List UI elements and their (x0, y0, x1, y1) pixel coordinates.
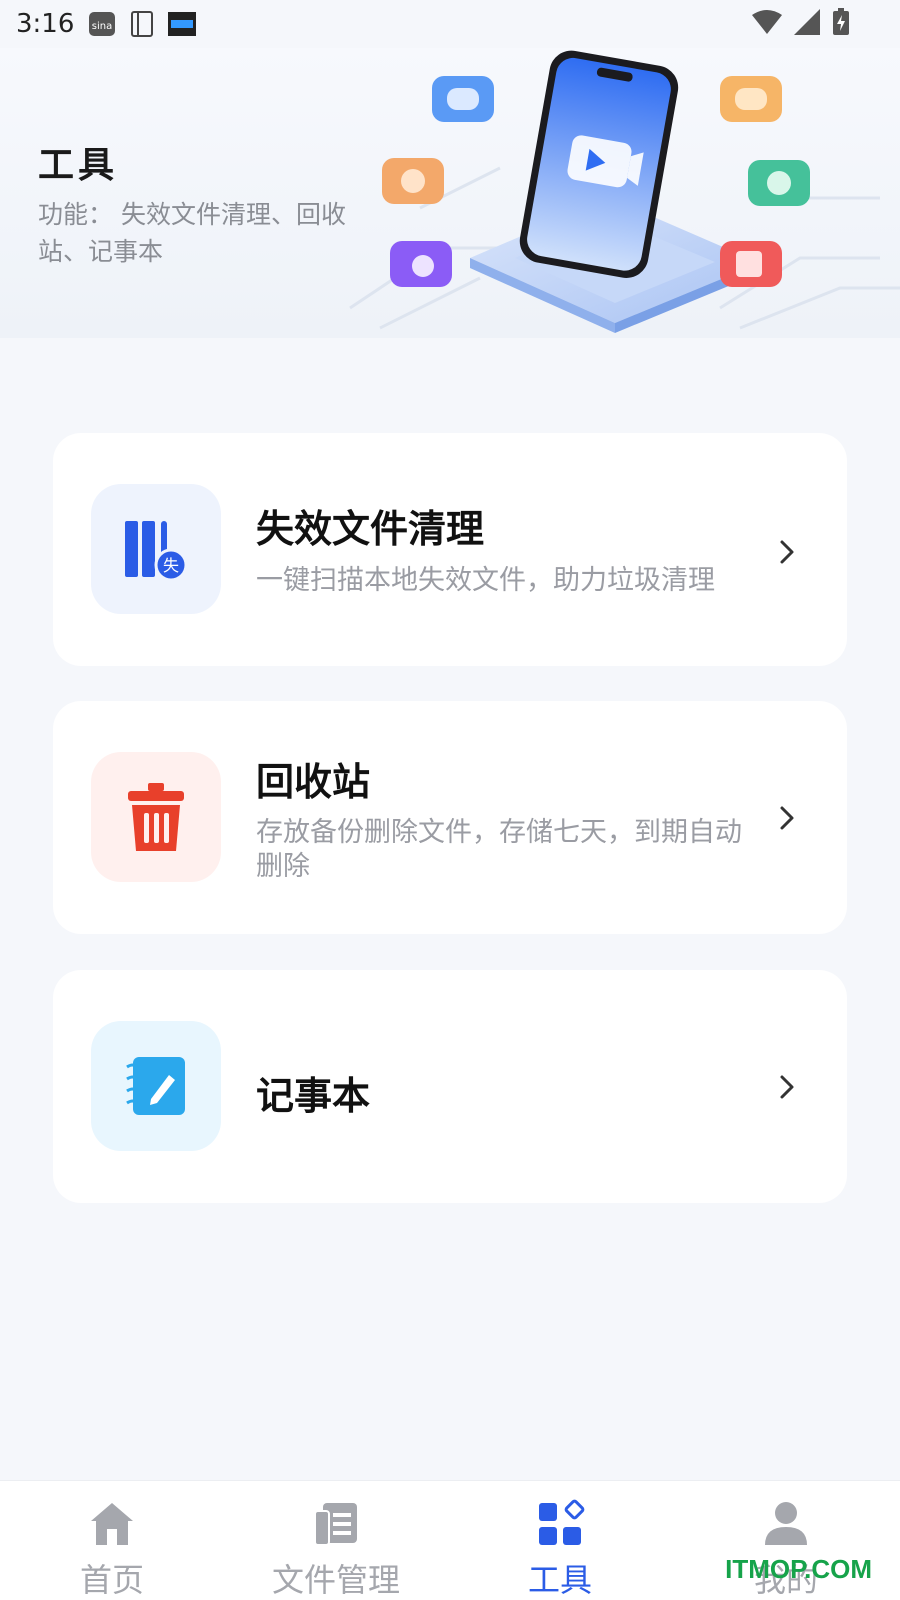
video-app-badge (390, 241, 452, 287)
nav-label: 工具 (527, 1561, 592, 1599)
svg-text:失: 失 (163, 556, 179, 575)
chevron-right-icon (780, 540, 794, 564)
card-title: 回收站 (256, 760, 371, 804)
page-title: 工具 (38, 145, 119, 186)
invalid-files-icon: 失 (91, 484, 221, 614)
home-icon (91, 1503, 133, 1545)
wifi-icon (752, 10, 782, 34)
file-manager-icon (314, 1503, 357, 1546)
phone-hero-illustration (349, 50, 900, 333)
status-bar: 3:16 sina (0, 0, 900, 48)
card-title: 失效文件清理 (256, 507, 485, 551)
status-time: 3:16 (16, 9, 75, 39)
nav-label: 首页 (79, 1561, 144, 1599)
card-title: 记事本 (256, 1074, 371, 1118)
notebook-card[interactable]: 记事本 (53, 970, 847, 1203)
nav-home[interactable]: 首页 (12, 1481, 212, 1600)
nav-label: 文件管理 (271, 1561, 400, 1599)
notebook-status-icon (131, 11, 154, 37)
trash-icon (91, 752, 221, 882)
clock-app-icon (168, 12, 197, 36)
battery-charging-icon (833, 8, 849, 35)
contact-app-badge (720, 76, 782, 122)
watermark: ITMOP.COM (725, 1554, 872, 1584)
music-app-badge (382, 158, 444, 204)
chat-app-badge (432, 76, 494, 122)
invalid-files-card[interactable]: 失 失效文件清理 一键扫描本地失效文件，助力垃圾清理 (53, 433, 847, 666)
svg-text:sina: sina (92, 21, 112, 32)
chevron-right-icon (780, 806, 794, 830)
card-description: 一键扫描本地失效文件，助力垃圾清理 (256, 565, 715, 596)
pdf-app-badge (720, 241, 782, 287)
chevron-right-icon (780, 1075, 794, 1099)
tools-header: 工具 功能： 失效文件清理、回收站、记事本 (0, 48, 900, 338)
sina-app-icon: sina (89, 12, 116, 36)
recycle-bin-card[interactable]: 回收站 存放备份删除文件，存储七天，到期自动删除 (53, 701, 847, 934)
card-description: 存放备份删除文件，存储七天，到期自动删除 (256, 817, 742, 882)
signal-icon (794, 9, 820, 35)
nav-tools[interactable]: 工具 (460, 1481, 660, 1600)
nav-file-manager[interactable]: 文件管理 (236, 1481, 436, 1600)
tools-icon (539, 1499, 585, 1545)
profile-icon (765, 1502, 807, 1545)
phone-app-badge (748, 160, 810, 206)
notebook-icon (91, 1021, 221, 1151)
